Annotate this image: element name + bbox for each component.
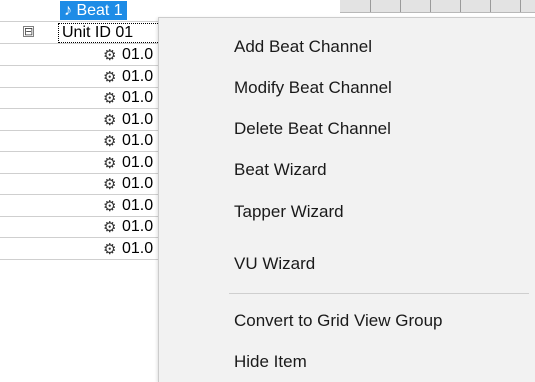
menu-item-modify-beat-channel[interactable]: Modify Beat Channel [159,69,535,107]
menu-item-add-beat-channel[interactable]: Add Beat Channel [159,28,535,66]
tree-item-label[interactable]: 01.0 [122,46,160,64]
grid-tick [430,0,431,12]
tree-item-label[interactable]: 01.0 [122,240,160,258]
tree-row-unit[interactable]: ⊟ Unit ID 01 [0,22,162,44]
tree-item-label[interactable]: 01.0 [122,154,160,172]
tree-row-item[interactable]: ⚙ 01.0 [0,195,160,217]
tree-row-item[interactable]: ⚙ 01.0 [0,87,160,109]
gear-icon: ⚙ [103,218,117,236]
tree-item-label[interactable]: 01.0 [122,132,160,150]
gear-icon: ⚙ [103,239,117,258]
tree-item-label[interactable]: 01.0 [122,111,160,129]
tree-row-item[interactable]: ⚙ 01.0 [0,152,160,174]
tree-row-beat[interactable]: ♪ Beat 1 [0,0,160,22]
grid-tick [460,0,461,12]
grid-tick [490,0,491,12]
menu-item-vu-wizard[interactable]: VU Wizard [159,245,535,283]
tree-item-label[interactable]: 01.0 [122,89,160,107]
tree-row-item[interactable]: ⚙ 01.0 [0,130,160,152]
gear-icon: ⚙ [103,175,117,193]
tree-row-item[interactable]: ⚙ 01.0 [0,173,160,195]
tree-item-label[interactable]: 01.0 [122,218,160,236]
tree-row-item[interactable]: ⚙ 01.0 [0,109,160,131]
gear-icon: ⚙ [103,89,117,107]
tree-item-label[interactable]: 01.0 [122,175,160,193]
context-menu: Add Beat Channel Modify Beat Channel Del… [158,17,535,382]
gear-icon: ⚙ [103,67,117,86]
menu-item-beat-wizard[interactable]: Beat Wizard [159,151,535,189]
tree-row-item[interactable]: ⚙ 01.0 [0,216,160,238]
tree-row-item[interactable]: ⚙ 01.0 [0,44,160,66]
tree-item-label[interactable]: 01.0 [122,68,160,86]
gear-icon: ⚙ [103,110,117,129]
menu-item-convert-to-grid-view-group[interactable]: Convert to Grid View Group [159,302,535,340]
tree-item-label[interactable]: 01.0 [122,197,160,215]
gear-icon: ⚙ [103,132,117,150]
tree-row-item[interactable]: ⚙ 01.0 [0,66,160,88]
gear-icon: ⚙ [103,153,117,172]
beat-node-label[interactable]: ♪ Beat 1 [60,1,127,20]
unit-node-label[interactable]: Unit ID 01 [58,23,162,43]
grid-tick [370,0,371,12]
gear-icon: ⚙ [103,196,117,215]
menu-item-tapper-wizard[interactable]: Tapper Wizard [159,193,535,231]
menu-separator [229,293,529,294]
collapse-icon[interactable]: ⊟ [23,26,34,37]
timeline-grid-header [340,0,535,13]
tree-row-item[interactable]: ⚙ 01.0 [0,238,160,260]
grid-tick [520,0,521,12]
grid-tick [400,0,401,12]
menu-item-hide-item[interactable]: Hide Item [159,343,535,381]
gear-icon: ⚙ [103,46,117,64]
menu-item-delete-beat-channel[interactable]: Delete Beat Channel [159,110,535,148]
